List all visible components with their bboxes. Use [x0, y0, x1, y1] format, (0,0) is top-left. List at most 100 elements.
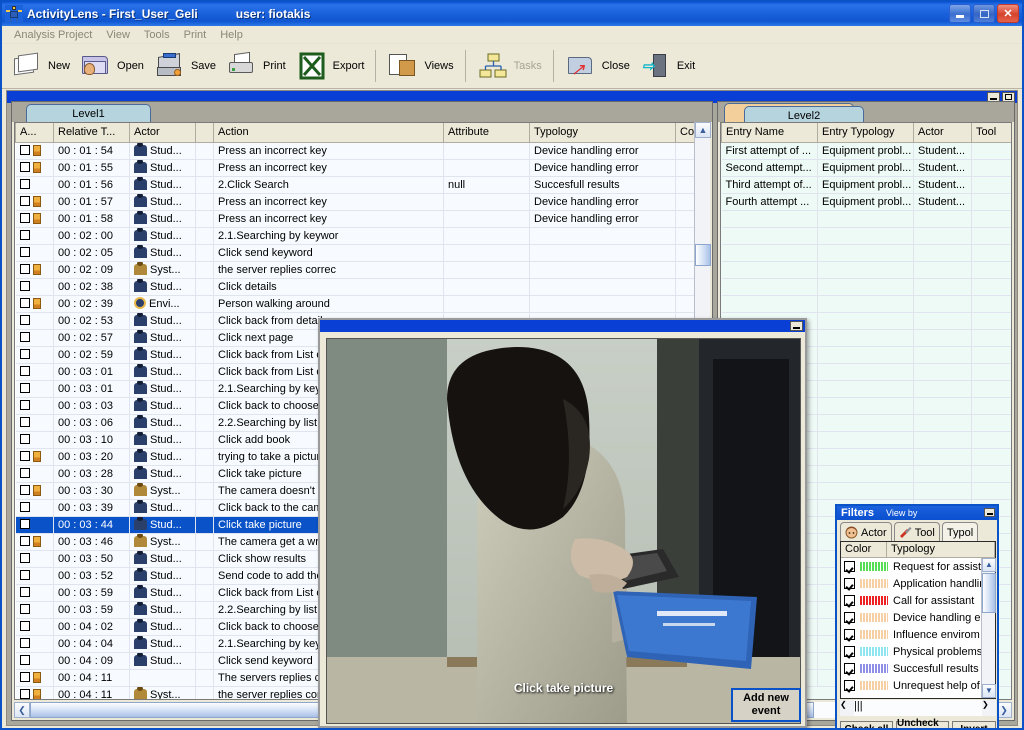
minimize-button[interactable]	[949, 4, 971, 23]
row-checkbox[interactable]	[19, 416, 30, 427]
empty-cell[interactable]	[817, 210, 914, 228]
empty-cell[interactable]	[817, 414, 914, 432]
uncheck-all-button[interactable]: Uncheck all	[896, 718, 949, 728]
check-all-button[interactable]: Check all	[840, 721, 893, 728]
filters-vertical-scrollbar[interactable]: ▲ ▼	[981, 558, 996, 698]
table-row-empty[interactable]	[721, 278, 1011, 296]
row-relative-time[interactable]: 00 : 03 : 50	[53, 550, 130, 568]
row-level2-actor[interactable]: Student...	[913, 193, 972, 211]
row-relative-time[interactable]: 00 : 03 : 46	[53, 533, 130, 551]
table-row[interactable]: Fourth attempt ... Equipment probl... Stud…	[721, 193, 1011, 211]
row-actor[interactable]: Stud...	[129, 329, 196, 347]
row-attachment-cell[interactable]	[15, 380, 54, 398]
level1-vscroll-thumb[interactable]	[695, 244, 711, 266]
filter-checkbox[interactable]	[844, 612, 855, 623]
empty-cell[interactable]	[913, 482, 972, 500]
row-actor[interactable]: Syst...	[129, 686, 196, 699]
row-actor[interactable]: Stud...	[129, 227, 196, 245]
empty-cell[interactable]	[913, 329, 972, 347]
row-attachment-cell[interactable]	[15, 176, 54, 194]
empty-cell[interactable]	[817, 244, 914, 262]
row-checkbox[interactable]	[19, 569, 30, 580]
column-header-entry-typology[interactable]: Entry Typology	[817, 123, 914, 143]
row-tool[interactable]	[971, 193, 1011, 211]
row-checkbox[interactable]	[19, 246, 30, 257]
filter-row[interactable]: Physical problems	[841, 643, 995, 660]
empty-cell[interactable]	[721, 261, 818, 279]
row-actor[interactable]: Envi...	[129, 295, 196, 313]
empty-cell[interactable]	[817, 448, 914, 466]
row-actor[interactable]: Stud...	[129, 176, 196, 194]
column-header-actor[interactable]: Actor	[129, 123, 196, 143]
filter-tab-actor[interactable]: Actor	[840, 522, 892, 542]
empty-cell[interactable]	[971, 414, 1011, 432]
row-checkbox[interactable]	[19, 399, 30, 410]
row-checkbox[interactable]	[19, 144, 30, 155]
row-actor[interactable]: Stud...	[129, 159, 196, 177]
column-header-tool[interactable]: Tool	[971, 123, 1011, 143]
row-attachment-cell[interactable]	[15, 278, 54, 296]
row-checkbox[interactable]	[19, 484, 30, 495]
row-relative-time[interactable]: 00 : 02 : 38	[53, 278, 130, 296]
row-attachment-cell[interactable]	[15, 482, 54, 500]
row-checkbox[interactable]	[19, 263, 30, 274]
row-relative-time[interactable]: 00 : 02 : 09	[53, 261, 130, 279]
row-attachment-cell[interactable]	[15, 601, 54, 619]
empty-cell[interactable]	[971, 397, 1011, 415]
empty-cell[interactable]	[817, 363, 914, 381]
row-relative-time[interactable]: 00 : 04 : 04	[53, 635, 130, 653]
row-action[interactable]: Click send keyword	[213, 244, 444, 262]
row-relative-time[interactable]: 00 : 03 : 01	[53, 380, 130, 398]
toolbar-button-save[interactable]: Save	[149, 45, 221, 87]
empty-cell[interactable]	[971, 465, 1011, 483]
row-relative-time[interactable]: 00 : 03 : 59	[53, 601, 130, 619]
row-actor[interactable]: Stud...	[129, 448, 196, 466]
row-attribute[interactable]	[443, 295, 530, 313]
row-entry-name[interactable]: First attempt of ...	[721, 142, 818, 160]
empty-cell[interactable]	[971, 244, 1011, 262]
row-checkbox[interactable]	[19, 382, 30, 393]
row-actor[interactable]: Stud...	[129, 601, 196, 619]
table-row-empty[interactable]	[721, 210, 1011, 228]
row-attachment-cell[interactable]	[15, 159, 54, 177]
menu-item-help[interactable]: Help	[213, 28, 250, 42]
filter-row[interactable]: Application handlin	[841, 575, 995, 592]
toolbar-button-views[interactable]: Views	[382, 45, 458, 87]
row-relative-time[interactable]: 00 : 03 : 59	[53, 584, 130, 602]
row-entry-name[interactable]: Third attempt of...	[721, 176, 818, 194]
row-attachment-cell[interactable]	[15, 244, 54, 262]
empty-cell[interactable]	[971, 363, 1011, 381]
row-attribute[interactable]	[443, 210, 530, 228]
empty-cell[interactable]	[913, 210, 972, 228]
row-tool[interactable]	[971, 142, 1011, 160]
filters-list[interactable]: Color Typology Request for assist Applica…	[840, 541, 996, 699]
row-checkbox[interactable]	[19, 620, 30, 631]
row-checkbox[interactable]	[19, 552, 30, 563]
row-actor[interactable]: Stud...	[129, 414, 196, 432]
row-attachment-cell[interactable]	[15, 533, 54, 551]
row-attachment-cell[interactable]	[15, 329, 54, 347]
row-relative-time[interactable]: 00 : 03 : 39	[53, 499, 130, 517]
table-row[interactable]: 00 : 01 : 56 Stud... 2.Click Search null Suc…	[15, 176, 709, 194]
row-action[interactable]: the server replies correc	[213, 261, 444, 279]
row-attachment-cell[interactable]	[15, 142, 54, 160]
row-relative-time[interactable]: 00 : 03 : 44	[53, 516, 130, 534]
row-level2-actor[interactable]: Student...	[913, 176, 972, 194]
row-checkbox[interactable]	[19, 501, 30, 512]
column-header-attachment[interactable]: A...	[15, 123, 54, 143]
filter-checkbox[interactable]	[844, 595, 855, 606]
table-row[interactable]: Second attempt... Equipment probl... Stude…	[721, 159, 1011, 177]
empty-cell[interactable]	[817, 295, 914, 313]
column-header-spacer[interactable]	[195, 123, 214, 143]
column-header-relative-time[interactable]: Relative T...	[53, 123, 130, 143]
row-attachment-cell[interactable]	[15, 397, 54, 415]
row-attachment-cell[interactable]	[15, 295, 54, 313]
row-actor[interactable]: Stud...	[129, 380, 196, 398]
empty-cell[interactable]	[913, 227, 972, 245]
row-attachment-cell[interactable]	[15, 312, 54, 330]
row-checkbox[interactable]	[19, 637, 30, 648]
table-row[interactable]: 00 : 01 : 57 Stud... Press an incorrect ke…	[15, 193, 709, 211]
maximize-button[interactable]	[973, 4, 995, 23]
row-actor[interactable]: Stud...	[129, 465, 196, 483]
row-actor[interactable]: Stud...	[129, 584, 196, 602]
